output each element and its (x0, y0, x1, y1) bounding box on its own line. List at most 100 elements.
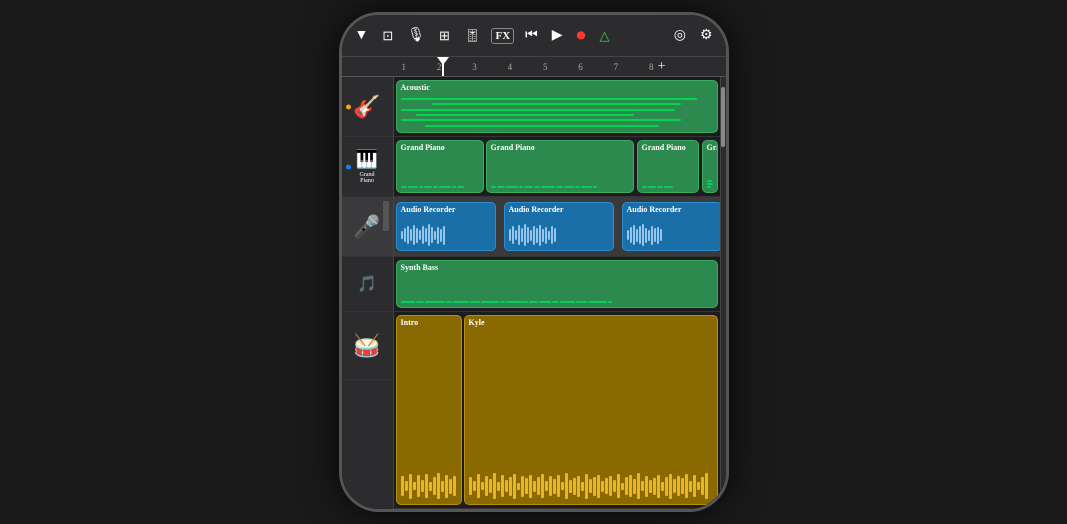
track-header-synth[interactable]: 🎵 (342, 257, 393, 312)
track-header-drums[interactable]: 🥁 (342, 312, 393, 380)
midi-dot (648, 186, 656, 188)
wave-bar (530, 230, 532, 241)
play-button[interactable]: ▶ (549, 25, 566, 46)
wave-bar (513, 474, 516, 499)
wave-bar (657, 475, 660, 498)
settings-icon[interactable]: ⚙ (697, 25, 716, 46)
dropdown-icon[interactable]: ▼ (352, 26, 372, 46)
wave-bar (689, 481, 692, 492)
wave-bar (505, 480, 508, 492)
track-header-piano[interactable]: 🎹 GrandPiano (342, 137, 393, 197)
melody-line (401, 98, 697, 100)
midi-dot (506, 301, 528, 303)
wave-bar (533, 481, 536, 492)
clip-kyle[interactable]: Kyle (464, 315, 718, 505)
clip-label-intro: Intro (397, 316, 461, 329)
wave-bar (509, 477, 512, 496)
wave-bar (601, 481, 604, 492)
wave-bar (669, 474, 672, 499)
right-scrollbar[interactable] (720, 77, 726, 509)
fx-button[interactable]: FX (491, 28, 514, 44)
midi-dot (707, 186, 711, 188)
waveform-2 (509, 224, 609, 246)
wave-bar (433, 477, 436, 495)
wave-bar (693, 475, 696, 497)
clip-audio-3[interactable]: Audio Recorder (622, 202, 720, 251)
record-button[interactable]: ⏺ (574, 23, 589, 48)
clip-piano-2[interactable]: Grand Piano (637, 140, 699, 193)
clip-label-acoustic: Acoustic (397, 81, 717, 94)
wave-bar (660, 229, 662, 241)
midi-dot (608, 301, 612, 303)
midi-dot (401, 301, 415, 303)
mixer-icon[interactable]: 🎚 (461, 26, 484, 46)
synth-midi-dots (401, 301, 713, 303)
track-header-audio[interactable]: 🎤 (342, 197, 393, 257)
wave-bar (524, 224, 526, 246)
piano-track-label: GrandPiano (360, 172, 375, 184)
midi-dot (657, 186, 663, 188)
wave-bar (489, 479, 492, 493)
drums-waveform-kyle (469, 472, 713, 500)
playhead[interactable] (442, 57, 444, 76)
track-dot-acoustic (346, 104, 351, 109)
synth-icon: 🎵 (357, 274, 377, 294)
wave-bar (551, 226, 553, 244)
acoustic-melody-lines (401, 97, 713, 128)
wave-bar (481, 482, 484, 490)
midi-dot (470, 301, 480, 303)
wave-bar (529, 475, 532, 498)
track-row-drums: Intro (394, 312, 720, 509)
clip-label-synth: Synth Bass (397, 261, 717, 274)
grid-icon[interactable]: ⊞ (436, 26, 453, 46)
clip-intro[interactable]: Intro (396, 315, 462, 505)
piano-midi-main (491, 186, 629, 188)
wave-bar (545, 227, 547, 244)
wave-bar (557, 475, 560, 497)
scrollbar-thumb[interactable] (721, 87, 725, 147)
midi-dot (524, 186, 533, 188)
midi-dot (564, 186, 574, 188)
mic-icon[interactable]: 🎙 (404, 25, 428, 46)
wave-bar (425, 474, 428, 498)
midi-dot (576, 301, 587, 303)
spacer (621, 34, 663, 38)
clip-synth[interactable]: Synth Bass (396, 260, 718, 308)
wave-bar (577, 476, 580, 497)
clip-piano-3[interactable]: Grand Piano (702, 140, 718, 193)
clip-audio-1[interactable]: Audio Recorder (396, 202, 496, 251)
midi-dot (519, 186, 523, 188)
midi-dot (593, 186, 597, 188)
add-track-button[interactable]: + (658, 59, 666, 75)
wave-bar (509, 229, 511, 241)
clip-acoustic[interactable]: Acoustic (396, 80, 718, 133)
track-header-acoustic[interactable]: 🎸 (342, 77, 393, 137)
wave-bar (621, 483, 624, 490)
ruler-mark-6: 6 (578, 62, 583, 72)
rewind-button[interactable]: ⏮ (522, 26, 541, 46)
midi-dot (419, 186, 423, 188)
midi-dot (642, 186, 647, 188)
clip-piano-main[interactable]: Grand Piano (486, 140, 634, 193)
headphones-icon[interactable]: ◎ (671, 25, 689, 46)
wave-bar (518, 225, 520, 245)
track-row-audio: Audio Recorder (394, 197, 720, 257)
clip-audio-2[interactable]: Audio Recorder (504, 202, 614, 251)
wave-bar (627, 230, 629, 240)
clip-label-audio-1: Audio Recorder (397, 203, 495, 216)
midi-dot (408, 186, 418, 188)
phone-screen: ▼ ⊡ 🎙 ⊞ 🎚 FX ⏮ ▶ ⏺ △ ◎ ⚙ 1 2 3 4 5 6 7 (342, 15, 726, 509)
wave-bar (525, 478, 528, 494)
wave-bar (413, 225, 415, 245)
wave-bar (405, 481, 408, 491)
track-row-piano: Grand Piano (394, 137, 720, 197)
wave-bar (539, 225, 541, 246)
ruler-mark-8: 8 (649, 62, 654, 72)
clip-piano-header[interactable]: Grand Piano (396, 140, 484, 193)
tracks-icon[interactable]: ⊡ (379, 26, 396, 46)
wave-bar (701, 477, 704, 495)
wave-bar (549, 476, 552, 496)
wave-bar (649, 480, 652, 493)
midi-dot (425, 301, 445, 303)
metronome-icon[interactable]: △ (597, 26, 613, 46)
